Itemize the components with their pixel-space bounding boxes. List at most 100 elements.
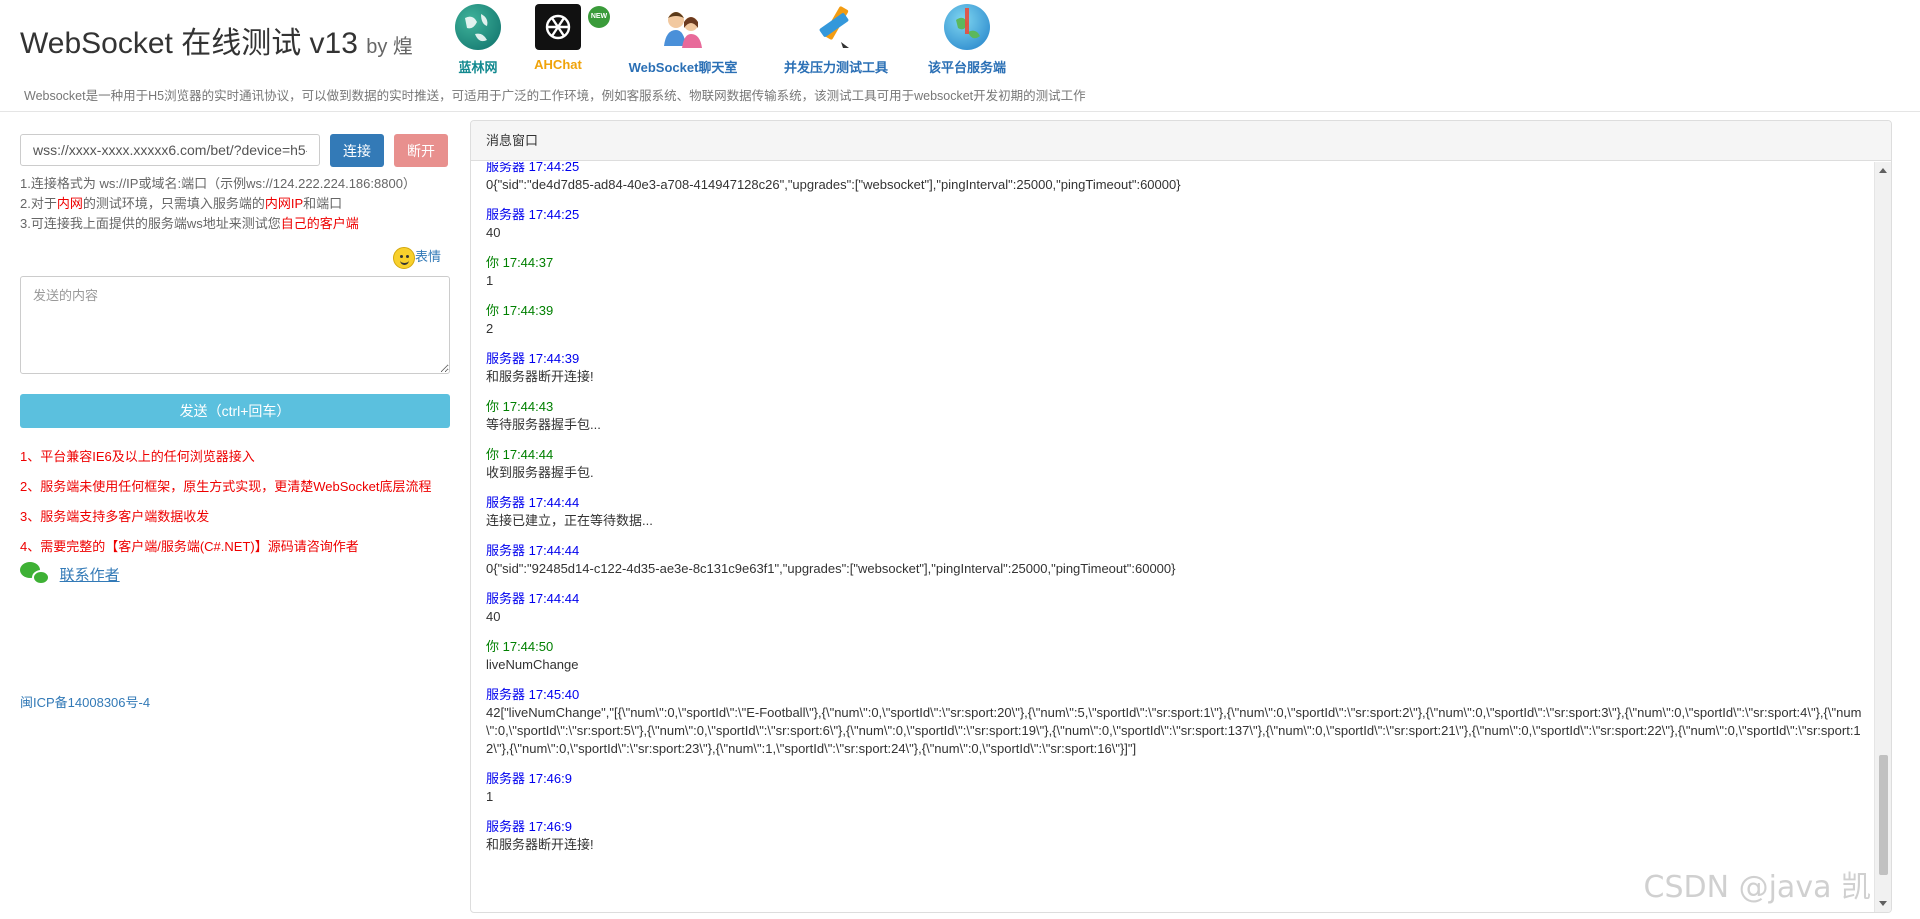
message-item: 服务器 17:46:9 和服务器断开连接! (486, 818, 1864, 854)
message-body: 1 (486, 789, 494, 804)
message-panel: 消息窗口 服务器 17:44:25 0{"sid":"de4d7d85-ad84-… (470, 120, 1892, 913)
message-sender-time: 你 17:44:44 (486, 447, 554, 462)
panel-title: 消息窗口 (471, 121, 1891, 161)
message-body: 1 (486, 273, 494, 288)
scroll-thumb[interactable] (1879, 755, 1888, 875)
earth-icon (944, 4, 990, 50)
note-line-3: 3.可连接我上面提供的服务端ws地址来测试您自己的客户端 (20, 214, 416, 234)
message-body: 40 (486, 609, 501, 624)
feature-list: 1、平台兼容IE6及以上的任何浏览器接入 2、服务端未使用任何框架，原生方式实现… (20, 442, 431, 562)
message-body: 和服务器断开连接! (486, 369, 594, 384)
note-text: 和端口 (303, 196, 343, 211)
note-line-1: 1.连接格式为 ws://IP或域名:端口（示例ws://124.222.224… (20, 176, 416, 191)
message-sender-time: 服务器 17:44:44 (486, 543, 580, 558)
message-item: 服务器 17:44:25 0{"sid":"de4d7d85-ad84-40e3-… (486, 162, 1864, 194)
note-highlight: 内网 (56, 196, 83, 211)
nav-stress-test[interactable]: 并发压力测试工具 (776, 4, 896, 75)
message-list-viewport[interactable]: 服务器 17:44:25 0{"sid":"de4d7d85-ad84-40e3-… (471, 162, 1874, 912)
message-item: 你 17:44:39 2 (486, 302, 1864, 338)
message-body: 40 (486, 225, 501, 240)
message-sender-time: 服务器 17:44:25 (486, 162, 580, 174)
description: Websocket是一种用于H5浏览器的实时通讯协议，可以做到数据的实时推送，可… (24, 89, 1086, 103)
message-sender-time: 服务器 17:46:9 (486, 771, 572, 786)
message-item: 服务器 17:44:44 连接已建立，正在等待数据... (486, 494, 1864, 530)
usage-notes: 1.连接格式为 ws://IP或域名:端口（示例ws://124.222.224… (20, 174, 416, 234)
icp-link[interactable]: 闽ICP备14008306号-4 (20, 692, 150, 711)
message-item: 服务器 17:44:25 40 (486, 206, 1864, 242)
nav-label: 该平台服务端 (927, 60, 1006, 75)
contact-author: 联系作者 (20, 562, 120, 586)
message-body: 收到服务器握手包. (486, 465, 594, 480)
message-body: 0{"sid":"92485d14-c122-4d35-ae3e-8c131c9… (486, 561, 1176, 576)
message-sender-time: 你 17:44:43 (486, 399, 554, 414)
nav-platform-server[interactable]: 该平台服务端 (922, 4, 1012, 75)
message-item: 服务器 17:44:44 0{"sid":"92485d14-c122-4d35-… (486, 542, 1864, 578)
new-badge: NEW (588, 6, 610, 28)
message-sender-time: 服务器 17:44:44 (486, 591, 580, 606)
message-item: 服务器 17:46:9 1 (486, 770, 1864, 806)
emoji-button[interactable]: 表情 (393, 246, 441, 269)
scroll-up-icon[interactable] (1879, 168, 1887, 173)
message-item: 你 17:44:50 liveNumChange (486, 638, 1864, 674)
note-line-2: 2.对于内网的测试环境，只需填入服务端的内网IP和端口 (20, 194, 416, 214)
header: WebSocket 在线测试 v13 by 煌 蓝林网 NEW AHChat W… (0, 0, 1920, 112)
disconnect-button[interactable]: 断开 (394, 134, 448, 167)
message-body: liveNumChange (486, 657, 579, 672)
message-scrollbar[interactable] (1874, 162, 1891, 912)
note-text: 的测试环境，只需填入服务端的 (82, 196, 265, 211)
globe-icon (455, 4, 501, 50)
chat-people-icon (660, 4, 706, 50)
watermark: CSDN @java 凯 (1643, 870, 1871, 905)
nav-lanlin[interactable]: 蓝林网 (450, 4, 506, 75)
note-text: 3.可连接我上面提供的服务端ws地址来测试您 (20, 216, 281, 231)
nav-label: WebSocket聊天室 (628, 60, 738, 75)
message-body: 连接已建立，正在等待数据... (486, 513, 653, 528)
url-input[interactable] (20, 134, 320, 166)
connect-button[interactable]: 连接 (330, 134, 384, 167)
note-text: 2.对于 (20, 196, 57, 211)
send-content-input[interactable] (20, 276, 450, 374)
message-body: 和服务器断开连接! (486, 837, 594, 852)
tools-icon (813, 4, 859, 50)
scroll-down-icon[interactable] (1879, 901, 1887, 906)
smiley-icon (393, 246, 415, 269)
message-body: 42["liveNumChange","[{\"num\":0,\"sportI… (486, 705, 1862, 756)
nav-label: AHChat (534, 57, 582, 72)
message-item: 你 17:44:37 1 (486, 254, 1864, 290)
message-sender-time: 服务器 17:44:44 (486, 495, 580, 510)
feature-item: 3、服务端支持多客户端数据收发 (20, 509, 210, 524)
message-sender-time: 服务器 17:44:25 (486, 207, 580, 222)
nav-label: 蓝林网 (458, 60, 498, 75)
message-sender-time: 你 17:44:39 (486, 303, 554, 318)
title-text: WebSocket 在线测试 v13 (20, 27, 358, 60)
message-list: 服务器 17:44:25 0{"sid":"de4d7d85-ad84-40e3-… (486, 162, 1864, 866)
message-item: 服务器 17:45:40 42["liveNumChange","[{\"num\… (486, 686, 1864, 758)
page-title: WebSocket 在线测试 v13 by 煌 (20, 18, 413, 62)
contact-author-link[interactable]: 联系作者 (60, 567, 120, 584)
nav-chatroom[interactable]: WebSocket聊天室 (618, 4, 748, 75)
message-item: 服务器 17:44:39 和服务器断开连接! (486, 350, 1864, 386)
message-sender-time: 你 17:44:50 (486, 639, 554, 654)
title-author: by 煌 (366, 36, 413, 58)
feature-item: 2、服务端未使用任何框架，原生方式实现，更清楚WebSocket底层流程 (20, 479, 432, 494)
emoji-label: 表情 (415, 249, 442, 264)
message-sender-time: 服务器 17:44:39 (486, 351, 580, 366)
note-highlight: 自己的客户端 (280, 216, 359, 231)
send-button[interactable]: 发送（ctrl+回车） (20, 394, 450, 428)
note-highlight: 内网IP (264, 196, 304, 211)
message-body: 等待服务器握手包... (486, 417, 601, 432)
message-item: 你 17:44:44 收到服务器握手包. (486, 446, 1864, 482)
message-sender-time: 你 17:44:37 (486, 255, 554, 270)
wechat-icon (20, 562, 50, 586)
message-item: 你 17:44:43 等待服务器握手包... (486, 398, 1864, 434)
feature-item: 4、需要完整的【客户端/服务端(C#.NET)】源码请咨询作者 (20, 539, 359, 554)
nav-label: 并发压力测试工具 (783, 60, 888, 75)
message-body: 0{"sid":"de4d7d85-ad84-40e3-a708-4149471… (486, 177, 1181, 192)
nav-ahchat[interactable]: NEW AHChat (528, 4, 610, 74)
openai-icon (535, 4, 581, 50)
message-item: 服务器 17:44:44 40 (486, 590, 1864, 626)
message-body: 2 (486, 321, 494, 336)
message-sender-time: 服务器 17:46:9 (486, 819, 572, 834)
feature-item: 1、平台兼容IE6及以上的任何浏览器接入 (20, 449, 255, 464)
message-sender-time: 服务器 17:45:40 (486, 687, 580, 702)
